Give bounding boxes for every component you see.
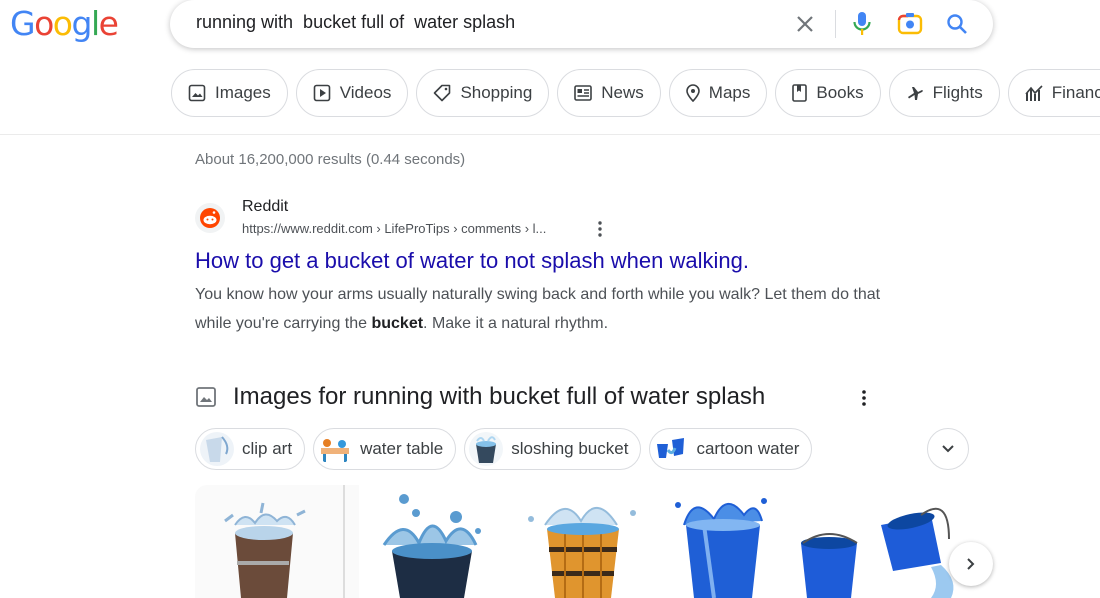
image-icon bbox=[188, 84, 206, 102]
search-tabs: Images Videos Shopping News Maps Books F… bbox=[171, 69, 1100, 117]
chevron-right-icon bbox=[967, 558, 975, 570]
result-title-link[interactable]: How to get a bucket of water to not spla… bbox=[195, 248, 749, 274]
logo-letter: g bbox=[71, 4, 92, 43]
images-section-heading[interactable]: Images for running with bucket full of w… bbox=[233, 383, 765, 411]
video-icon bbox=[313, 84, 331, 102]
image-icon bbox=[196, 387, 216, 407]
refine-cartoon-water[interactable]: cartoon water bbox=[649, 428, 813, 470]
expand-refinements-button[interactable] bbox=[927, 428, 969, 470]
tab-flights[interactable]: Flights bbox=[888, 69, 1000, 117]
reddit-favicon[interactable] bbox=[195, 203, 225, 233]
tab-maps[interactable]: Maps bbox=[668, 69, 768, 117]
chevron-down-icon bbox=[942, 445, 954, 453]
refine-label: cartoon water bbox=[696, 439, 800, 458]
snippet-line: while you're carrying the bucket. Make i… bbox=[195, 309, 935, 338]
header-divider bbox=[0, 134, 1100, 135]
tab-finance[interactable]: Finance bbox=[1007, 69, 1100, 117]
thumbnail bbox=[654, 432, 689, 466]
finance-icon bbox=[1025, 85, 1043, 101]
snippet-bold: bucket bbox=[371, 315, 424, 332]
more-options-icon[interactable] bbox=[593, 220, 607, 238]
more-options-icon[interactable] bbox=[857, 388, 871, 408]
tag-icon bbox=[434, 84, 451, 102]
image-refinements: clip art water table sloshing bucket car… bbox=[195, 428, 813, 470]
book-icon bbox=[792, 84, 808, 102]
result-snippet: You know how your arms usually naturally… bbox=[195, 280, 935, 338]
map-pin-icon bbox=[685, 84, 700, 102]
tab-label: Images bbox=[215, 83, 271, 102]
tab-label: Videos bbox=[339, 83, 392, 102]
refine-sloshing-bucket[interactable]: sloshing bucket bbox=[464, 428, 642, 470]
image-result[interactable] bbox=[781, 485, 969, 598]
tab-news[interactable]: News bbox=[557, 69, 661, 117]
snippet-text: while you're carrying the bbox=[195, 315, 372, 332]
image-results-strip bbox=[195, 485, 969, 598]
search-input[interactable]: running with bucket full of water splash bbox=[196, 12, 515, 33]
image-result[interactable] bbox=[505, 485, 659, 598]
tab-images[interactable]: Images bbox=[171, 69, 288, 117]
google-logo[interactable]: Google bbox=[10, 4, 119, 43]
images-section-header: Images for running with bucket full of w… bbox=[195, 382, 895, 416]
tab-videos[interactable]: Videos bbox=[295, 69, 409, 117]
snippet-line: You know how your arms usually naturally… bbox=[195, 286, 881, 303]
tab-label: Shopping bbox=[460, 83, 533, 102]
tab-label: News bbox=[601, 83, 644, 102]
tab-label: Books bbox=[816, 83, 864, 102]
snippet-text: . Make it a natural rhythm. bbox=[423, 315, 609, 332]
tab-label: Finance bbox=[1051, 83, 1100, 102]
logo-letter: G bbox=[10, 4, 36, 43]
tab-shopping[interactable]: Shopping bbox=[416, 69, 550, 117]
image-result[interactable] bbox=[195, 485, 359, 598]
refine-label: sloshing bucket bbox=[511, 439, 629, 458]
plane-icon bbox=[907, 87, 923, 100]
camera-lens-icon[interactable] bbox=[895, 9, 925, 39]
search-divider bbox=[835, 10, 836, 38]
thumbnail bbox=[318, 432, 353, 466]
news-icon bbox=[574, 85, 593, 101]
next-images-button[interactable] bbox=[949, 542, 993, 586]
result-stats: About 16,200,000 results (0.44 seconds) bbox=[195, 151, 466, 168]
clear-icon[interactable] bbox=[790, 9, 820, 39]
logo-letter: e bbox=[98, 4, 119, 43]
refine-water-table[interactable]: water table bbox=[313, 428, 457, 470]
microphone-icon[interactable] bbox=[847, 9, 877, 39]
tab-books[interactable]: Books bbox=[775, 69, 881, 117]
image-result[interactable] bbox=[664, 485, 776, 598]
refine-label: clip art bbox=[242, 439, 293, 458]
tab-label: Maps bbox=[708, 83, 751, 102]
search-box[interactable]: running with bucket full of water splash bbox=[170, 0, 993, 48]
search-icon[interactable] bbox=[942, 9, 972, 39]
image-result[interactable] bbox=[364, 485, 500, 598]
logo-letter: o bbox=[34, 4, 54, 43]
logo-letter: o bbox=[52, 4, 73, 43]
result-site-name[interactable]: Reddit bbox=[242, 198, 288, 216]
thumbnail bbox=[469, 432, 504, 466]
refine-label: water table bbox=[360, 439, 444, 458]
thumbnail bbox=[200, 432, 234, 466]
refine-clip-art[interactable]: clip art bbox=[195, 428, 306, 470]
tab-label: Flights bbox=[932, 83, 983, 102]
logo-letter: l bbox=[90, 4, 100, 43]
result-url[interactable]: https://www.reddit.com › LifeProTips › c… bbox=[242, 221, 546, 236]
